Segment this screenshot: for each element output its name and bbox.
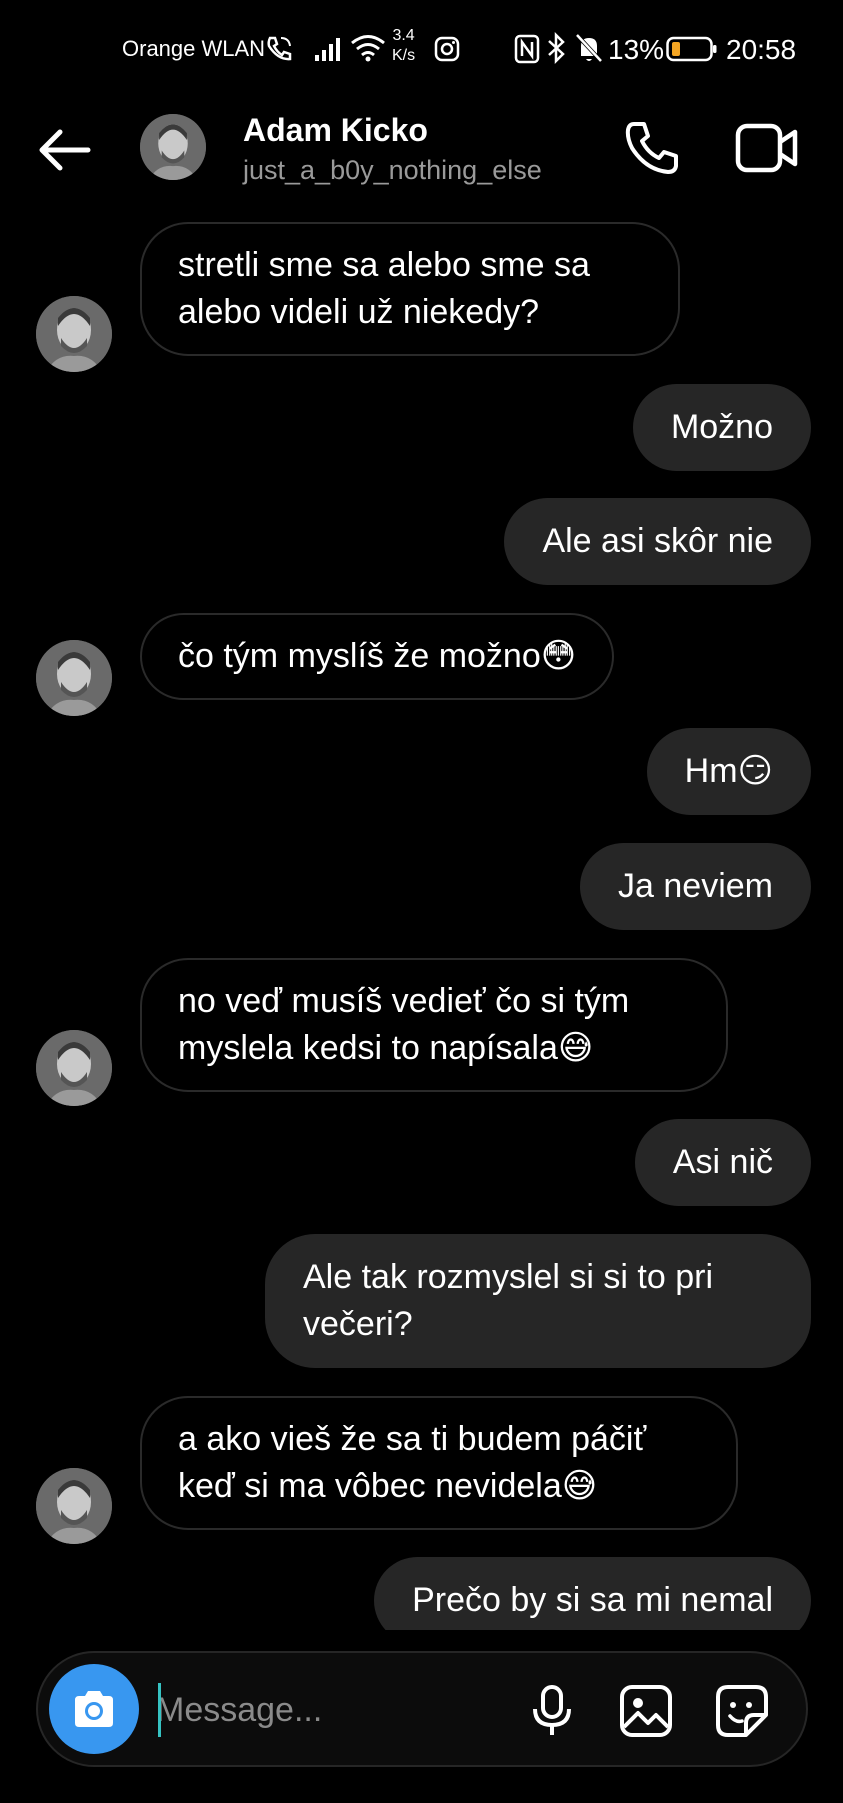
wifi-icon: [351, 35, 385, 62]
battery-icon: [666, 36, 717, 62]
camera-button[interactable]: [49, 1664, 139, 1754]
outgoing-message[interactable]: Ale tak rozmyslel si si to pri večeri?: [265, 1234, 811, 1368]
avatar: [36, 296, 112, 372]
avatar: [36, 1468, 112, 1544]
microphone-icon[interactable]: [524, 1683, 580, 1739]
video-icon[interactable]: [735, 120, 799, 176]
avatar: [36, 1030, 112, 1106]
contact-username[interactable]: just_a_b0y_nothing_else: [243, 155, 542, 186]
message-list[interactable]: stretli sme sa alebo sme sa alebo videli…: [0, 220, 843, 1630]
outgoing-message[interactable]: Ja neviem: [580, 843, 811, 930]
signal-icon: [315, 38, 340, 61]
back-arrow-icon[interactable]: [36, 120, 96, 180]
clock: 20:58: [726, 34, 797, 65]
incoming-message[interactable]: a ako vieš že sa ti budem páčiť keď si m…: [140, 1396, 738, 1530]
outgoing-message[interactable]: Hm😏: [646, 728, 811, 815]
text-cursor: [158, 1683, 161, 1737]
camera-icon: [75, 1691, 113, 1727]
message-input[interactable]: [156, 1681, 536, 1739]
outgoing-message[interactable]: Asi nič: [634, 1119, 811, 1206]
avatar-image: [36, 1468, 112, 1544]
avatar-image: [140, 114, 206, 180]
incoming-message[interactable]: čo tým myslíš že možno😳: [140, 613, 615, 700]
outgoing-message[interactable]: Možno: [632, 384, 811, 471]
avatar-image: [36, 640, 112, 716]
avatar: [36, 640, 112, 716]
outgoing-message[interactable]: Prečo by si sa mi nemal: [374, 1557, 811, 1630]
phone-icon[interactable]: [622, 118, 682, 178]
incoming-message[interactable]: no veď musíš vedieť čo si tým myslela ke…: [140, 958, 728, 1092]
wifi-call-icon: [267, 36, 292, 61]
message-composer: [36, 1651, 808, 1767]
nfc-icon: [514, 34, 540, 64]
chat-header: Adam Kicko just_a_b0y_nothing_else: [0, 100, 843, 220]
avatar-image: [36, 1030, 112, 1106]
carrier-label: Orange WLAN: [122, 36, 266, 61]
contact-name[interactable]: Adam Kicko: [243, 112, 428, 149]
incoming-message[interactable]: stretli sme sa alebo sme sa alebo videli…: [140, 222, 680, 356]
avatar-image: [36, 296, 112, 372]
instagram-icon: [434, 36, 460, 62]
gallery-icon[interactable]: [618, 1683, 674, 1739]
sticker-icon[interactable]: [714, 1683, 770, 1739]
bluetooth-icon: [548, 32, 565, 64]
battery-percent: 13%: [608, 34, 665, 65]
avatar[interactable]: [140, 114, 206, 180]
network-speed: 3.4 K/s: [392, 27, 416, 64]
mute-icon: [575, 33, 603, 63]
status-bar: Orange WLAN 3.4 K/s 13% 20:58: [0, 0, 843, 100]
outgoing-message[interactable]: Ale asi skôr nie: [504, 498, 811, 585]
